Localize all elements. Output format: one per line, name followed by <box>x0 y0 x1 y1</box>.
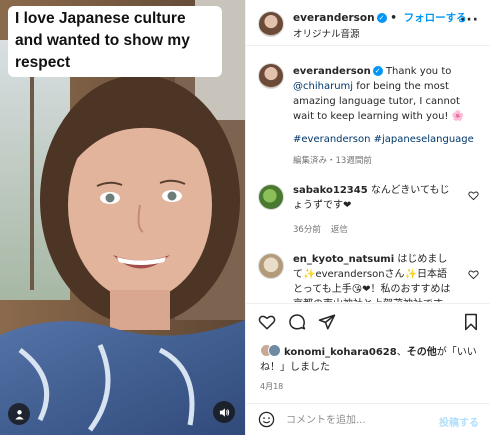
more-options-button[interactable]: ··· <box>460 12 479 28</box>
caption-text-start: Thank you to <box>385 66 452 77</box>
post-comment-button[interactable]: 投稿する <box>439 414 479 429</box>
hashtags[interactable]: #everanderson #japaneselanguage <box>293 134 474 145</box>
post-header: everanderson ✓ • フォローする オリジナル音源 ··· <box>246 0 490 46</box>
emoji-icon[interactable] <box>258 411 275 428</box>
liked-by-username[interactable]: konomi_kohara0628 <box>284 347 397 358</box>
follow-button[interactable]: フォローする <box>404 12 467 24</box>
verified-badge-icon: ✓ <box>372 66 383 76</box>
post-caption-text: everanderson ✓ Thank you to @chiharumj fo… <box>293 64 478 147</box>
bookmark-icon[interactable] <box>463 313 479 331</box>
liked-others-link[interactable]: その他 <box>407 347 437 358</box>
verified-badge-icon: ✓ <box>376 13 387 23</box>
post-actions: konomi_kohara0628、その他が「いいね！」しました 4月18 <box>246 303 490 403</box>
reel-video[interactable]: I love Japanese culture and wanted to sh… <box>0 0 245 435</box>
liker-avatar <box>268 344 281 357</box>
like-comment-heart-icon[interactable] <box>468 190 479 201</box>
commenter-avatar[interactable] <box>258 253 284 279</box>
comment-icon[interactable] <box>288 313 306 331</box>
author-line: everanderson ✓ • フォローする <box>293 10 467 25</box>
commenter-avatar[interactable] <box>258 184 284 210</box>
post-author-avatar[interactable] <box>258 63 284 89</box>
mention-link[interactable]: @chiharumj <box>293 81 353 92</box>
person-icon <box>14 409 24 420</box>
liked-by: konomi_kohara0628、その他が「いいね！」しました <box>260 344 480 375</box>
comment-composer: 投稿する <box>246 403 490 435</box>
sound-toggle-button[interactable] <box>213 401 235 423</box>
share-icon[interactable] <box>318 313 336 331</box>
comment-input[interactable] <box>286 410 436 430</box>
comment-username[interactable]: sabako12345 <box>293 185 368 196</box>
comment-text: en_kyoto_natsumi はじめまして✨everandersonさん✨日… <box>293 252 453 302</box>
author-username[interactable]: everanderson <box>293 12 375 24</box>
author-avatar[interactable] <box>258 11 284 37</box>
tagged-users-button[interactable] <box>8 403 30 425</box>
comment-meta: 36分前 返信 <box>293 223 358 235</box>
comment-username[interactable]: en_kyoto_natsumi <box>293 254 394 265</box>
speaker-icon <box>219 407 229 417</box>
video-caption: I love Japanese culture and wanted to sh… <box>8 6 222 77</box>
post-author-username[interactable]: everanderson <box>293 66 371 77</box>
comments-scroll[interactable]: everanderson ✓ Thank you to @chiharumj fo… <box>246 47 490 302</box>
liked-connector: 、 <box>396 347 407 358</box>
like-comment-heart-icon[interactable] <box>468 269 479 280</box>
post-date: 4月18 <box>260 382 284 391</box>
comment-text: sabako12345 なんどきいてもじょうずです❤ <box>293 183 453 213</box>
reply-button[interactable]: 返信 <box>331 225 348 235</box>
post-edited-time: 編集済み・13週間前 <box>293 156 372 166</box>
audio-link[interactable]: オリジナル音源 <box>293 26 360 40</box>
comment-time: 36分前 <box>293 225 321 235</box>
separator-dot: • <box>390 12 397 24</box>
post-panel: everanderson ✓ • フォローする オリジナル音源 ··· evera… <box>245 0 490 435</box>
heart-icon[interactable] <box>258 313 276 331</box>
